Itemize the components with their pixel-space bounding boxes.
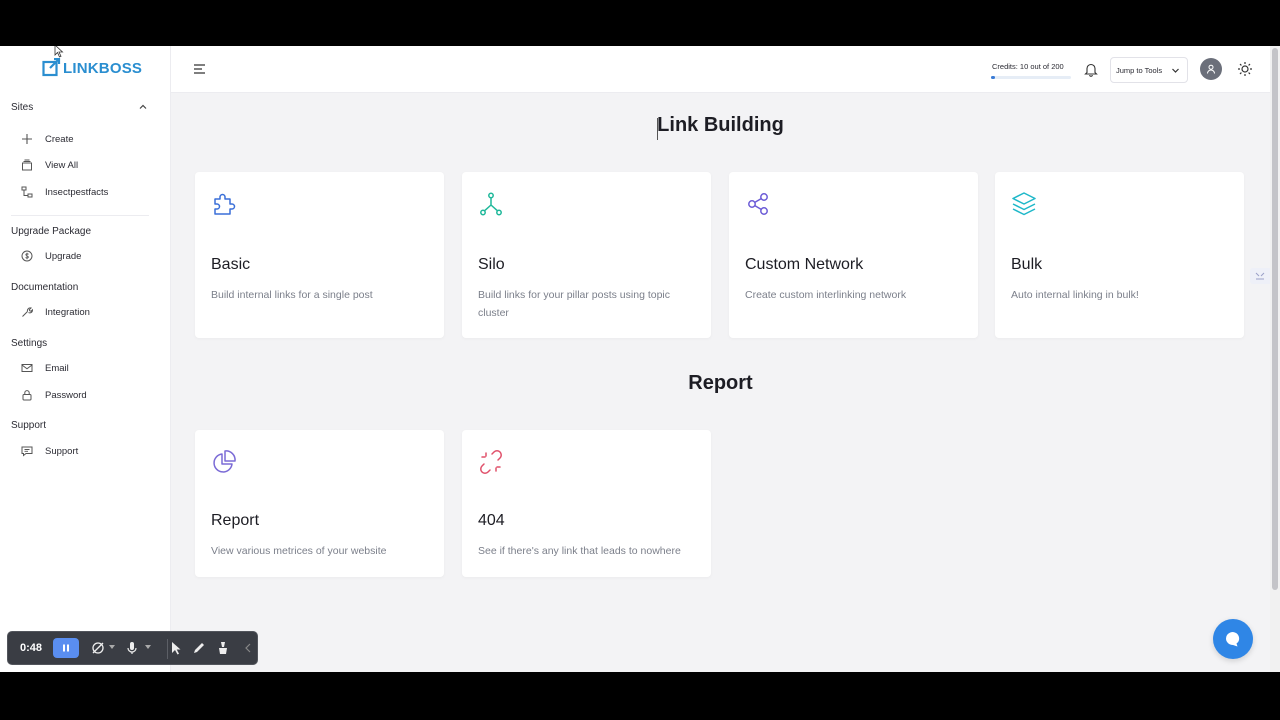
jump-to-tools-select[interactable]: Jump to Tools: [1110, 57, 1188, 83]
bell-icon[interactable]: [1084, 62, 1098, 77]
credits-text: Credits: 10 out of 200: [992, 62, 1064, 71]
chat-bubble-icon: [1226, 632, 1240, 647]
credits-progress: [991, 76, 1071, 79]
logo-mark-icon: [42, 58, 61, 77]
app-window: LINKBOSS Sites Create View All Insectpes…: [0, 46, 1280, 672]
user-icon: [1207, 64, 1215, 74]
theme-toggle-sun-icon[interactable]: [1237, 61, 1253, 77]
pen-icon[interactable]: [191, 640, 207, 656]
mouse-cursor-icon: [54, 46, 64, 58]
pause-button[interactable]: [53, 638, 79, 658]
card-description: See if there's any link that leads to no…: [478, 545, 681, 557]
card-bulk[interactable]: Bulk Auto internal linking in bulk!: [995, 172, 1244, 338]
link-building-title: Link Building: [657, 114, 784, 136]
puzzle-icon: [214, 193, 236, 215]
card-description: Auto internal linking in bulk!: [1011, 289, 1139, 301]
card-title: Report: [211, 512, 260, 529]
side-panel-tab[interactable]: [1250, 268, 1270, 284]
eraser-icon[interactable]: [215, 640, 231, 656]
sidebar-item-support[interactable]: Support: [20, 441, 155, 461]
dollar-circle-icon: [20, 249, 34, 263]
card-description: Create custom interlinking network: [745, 289, 907, 301]
card-description: Build links for your pillar posts using …: [478, 289, 671, 319]
stack-icon: [20, 158, 34, 172]
jump-to-tools-label: Jump to Tools: [1116, 65, 1163, 75]
sitemap-icon: [20, 185, 34, 199]
camera-options-caret[interactable]: [109, 645, 115, 649]
card-description: Build internal links for a single post: [211, 289, 373, 301]
mail-icon: [20, 361, 34, 375]
upgrade-heading: Upgrade Package: [11, 226, 92, 237]
sidebar-item-label: Insectpestfacts: [45, 186, 109, 198]
card-title: Custom Network: [745, 256, 864, 273]
microphone-icon[interactable]: [124, 640, 140, 656]
broken-link-icon: [480, 450, 502, 474]
card-title: Basic: [211, 256, 251, 273]
lock-icon: [20, 388, 34, 402]
microphone-options-caret[interactable]: [145, 645, 151, 649]
sidebar-item-insectpestfacts[interactable]: Insectpestfacts: [20, 182, 155, 202]
sidebar-item-label: View All: [45, 159, 79, 171]
sidebar-item-upgrade[interactable]: Upgrade: [20, 246, 155, 266]
letterbox-top: [0, 0, 1280, 46]
card-custom-network[interactable]: Custom Network Create custom interlinkin…: [729, 172, 978, 338]
sidebar-item-email[interactable]: Email: [20, 358, 155, 378]
chevron-up-icon[interactable]: [138, 102, 148, 112]
sidebar-item-view-all[interactable]: View All: [20, 155, 155, 175]
card-silo[interactable]: Silo Build links for your pillar posts u…: [462, 172, 711, 338]
documentation-heading: Documentation: [11, 282, 79, 293]
chat-widget-button[interactable]: [1213, 619, 1253, 659]
chevron-down-icon: [1172, 68, 1179, 73]
hierarchy-icon: [480, 192, 502, 216]
tool-icon: [20, 305, 34, 319]
plus-icon: [20, 132, 34, 146]
sidebar-item-label: Upgrade: [45, 250, 82, 262]
chat-icon: [20, 444, 34, 458]
card-404[interactable]: 404 See if there's any link that leads t…: [462, 430, 711, 577]
layers-icon: [1012, 192, 1036, 216]
sidebar-divider: [11, 215, 149, 216]
scrollbar-thumb[interactable]: [1272, 48, 1278, 590]
card-title: 404: [478, 512, 505, 529]
sidebar-item-integration[interactable]: Integration: [20, 302, 155, 322]
settings-heading: Settings: [11, 338, 48, 349]
expand-icon: [1255, 272, 1265, 280]
sidebar-item-password[interactable]: Password: [20, 385, 155, 405]
recording-time: 0:48: [20, 642, 43, 654]
sidebar-item-label: Password: [45, 389, 87, 401]
sites-heading[interactable]: Sites: [11, 102, 33, 113]
pointer-icon[interactable]: [168, 640, 184, 656]
user-avatar[interactable]: [1200, 58, 1222, 80]
pie-chart-icon: [213, 450, 236, 473]
card-report[interactable]: Report View various metrices of your web…: [195, 430, 444, 577]
top-header: Credits: 10 out of 200 Jump to Tools: [171, 46, 1270, 93]
sidebar-item-label: Email: [45, 362, 69, 374]
letterbox-bottom: [0, 672, 1280, 720]
card-title: Silo: [478, 256, 505, 273]
pause-icon: [63, 644, 69, 652]
card-basic[interactable]: Basic Build internal links for a single …: [195, 172, 444, 338]
sidebar-item-create[interactable]: Create: [20, 129, 155, 149]
card-description: View various metrices of your website: [211, 545, 387, 557]
sidebar: LINKBOSS Sites Create View All Insectpes…: [0, 46, 171, 672]
share-nodes-icon: [748, 193, 768, 215]
collapse-chevron-icon[interactable]: [240, 640, 256, 656]
report-title: Report: [688, 372, 753, 394]
screen-recorder-toolbar: 0:48: [7, 631, 258, 665]
sidebar-item-label: Integration: [45, 306, 90, 318]
sidebar-item-label: Create: [45, 133, 74, 145]
camera-off-icon[interactable]: [90, 640, 106, 656]
credits-progress-fill: [991, 76, 995, 79]
linkboss-logo[interactable]: LINKBOSS: [42, 58, 142, 78]
menu-toggle-icon[interactable]: [193, 63, 207, 75]
sidebar-item-label: Support: [45, 445, 79, 457]
card-title: Bulk: [1011, 256, 1043, 273]
logo-text: LINKBOSS: [63, 59, 143, 77]
support-heading: Support: [11, 420, 47, 431]
